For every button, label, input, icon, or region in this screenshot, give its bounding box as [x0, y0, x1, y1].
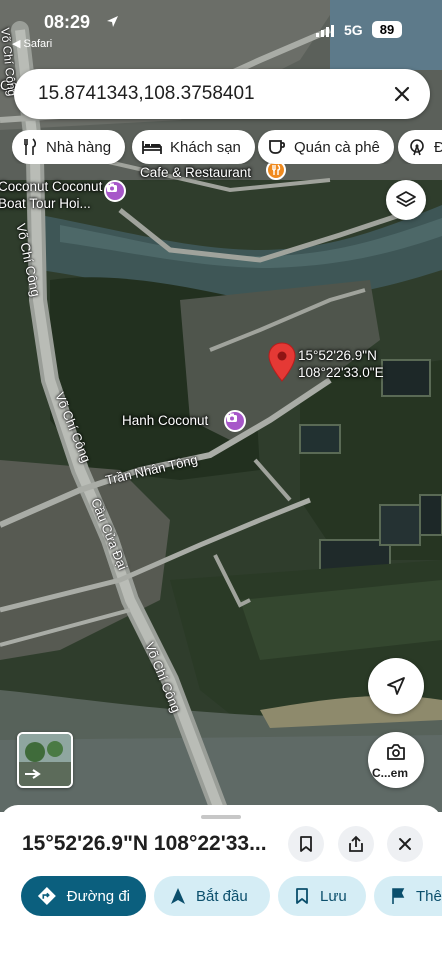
save-label: Lưu [320, 887, 347, 905]
chip-label: Nhà hàng [46, 138, 112, 156]
search-box[interactable]: 15.8741343,108.3758401 [14, 69, 430, 119]
layers-icon [396, 191, 416, 207]
directions-icon [37, 887, 56, 905]
close-sheet-button[interactable] [387, 826, 423, 862]
layers-button[interactable] [386, 180, 426, 220]
battery-icon: 89 [372, 21, 402, 38]
chip-label: Đ [434, 138, 442, 156]
chip-label: Quán cà phê [294, 138, 380, 156]
status-bar: 08:29 ◀ Safari 5G 89 [0, 0, 442, 50]
fork-knife-icon [24, 138, 37, 155]
add-label-button[interactable]: Thê [374, 876, 442, 916]
place-bottom-sheet[interactable]: 15°52'26.9"N 108°22'33... Đường đi Bắt đ… [0, 805, 442, 960]
my-location-button[interactable] [368, 658, 424, 714]
chip-attractions[interactable]: Đ [398, 130, 442, 164]
dropped-pin-icon[interactable] [268, 342, 296, 382]
start-button[interactable]: Bắt đầu [154, 876, 270, 916]
navigation-arrow-icon [171, 888, 185, 904]
chip-label: Khách sạn [170, 138, 241, 156]
navigation-arrow-icon [387, 677, 405, 695]
start-label: Bắt đầu [196, 887, 248, 905]
search-query[interactable]: 15.8741343,108.3758401 [38, 83, 255, 105]
ferris-wheel-icon [410, 139, 424, 156]
flag-icon [392, 888, 405, 904]
add-label-text: Thê [416, 887, 442, 905]
location-arrow-icon [106, 15, 119, 33]
lens-button-label: C...em [372, 766, 409, 780]
share-button[interactable] [338, 826, 374, 862]
place-title: 15°52'26.9"N 108°22'33... [22, 832, 267, 855]
status-time: 08:29 [44, 12, 91, 32]
chip-cafes[interactable]: Quán cà phê [258, 130, 394, 164]
camera-poi-icon[interactable] [224, 410, 246, 432]
action-buttons-row: Đường đi Bắt đầu Lưu Thê [0, 874, 442, 918]
street-view-thumbnail[interactable] [17, 732, 73, 788]
place-label-cafe-restaurant[interactable]: Cafe & Restaurant [140, 165, 251, 180]
pin-longitude: 108°22'33.0"E [298, 365, 384, 380]
save-button[interactable]: Lưu [278, 876, 366, 916]
bed-icon [142, 141, 162, 154]
bookmark-icon [296, 888, 308, 904]
place-label-hanh-coconut[interactable]: Hanh Coconut [122, 413, 208, 428]
close-icon [399, 838, 411, 850]
pin-coordinates-label: 15°52'26.9"N 108°22'33.0"E [298, 347, 384, 381]
camera-search-icon [387, 744, 405, 760]
bookmark-icon [300, 836, 312, 852]
place-label-coconut-boat-tour[interactable]: Coconut Coconut Boat Tour Hoi... [0, 178, 102, 212]
place-label-text: Coconut Coconut Boat Tour Hoi... [0, 179, 103, 211]
signal-bars-icon [316, 24, 334, 42]
back-to-safari[interactable]: ◀ Safari [12, 37, 52, 50]
category-chips: Nhà hàng Khách sạn Quán cà phê Đ [12, 130, 442, 164]
coffee-cup-icon [269, 140, 286, 154]
close-icon[interactable] [388, 80, 416, 108]
share-icon [349, 835, 363, 852]
directions-label: Đường đi [66, 887, 130, 905]
directions-button[interactable]: Đường đi [21, 876, 146, 916]
chip-hotels[interactable]: Khách sạn [132, 130, 255, 164]
network-type: 5G [344, 22, 363, 38]
camera-poi-icon[interactable] [104, 180, 126, 202]
sheet-drag-handle[interactable] [201, 815, 241, 819]
save-bookmark-button[interactable] [288, 826, 324, 862]
chip-restaurants[interactable]: Nhà hàng [12, 130, 126, 164]
pin-latitude: 15°52'26.9"N [298, 348, 377, 363]
